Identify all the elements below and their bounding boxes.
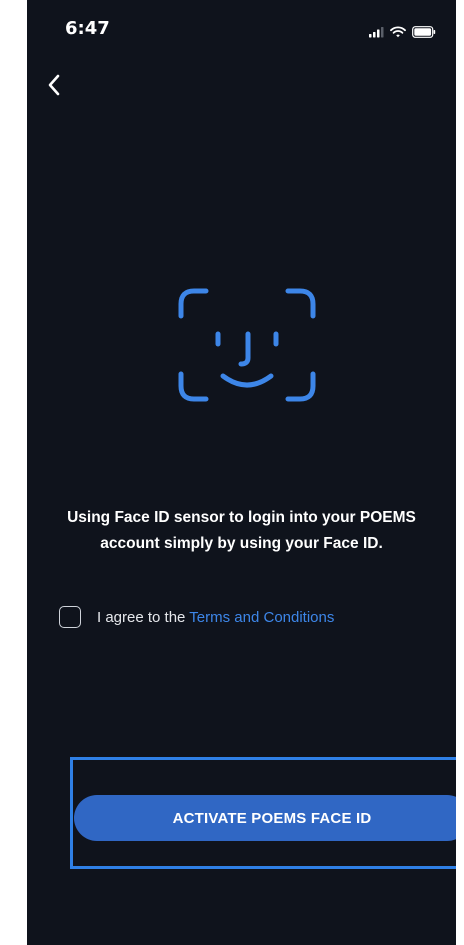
back-button[interactable] (37, 68, 71, 102)
status-icons (368, 26, 436, 38)
chevron-left-icon (48, 74, 60, 96)
terms-link[interactable]: Terms and Conditions (189, 609, 334, 626)
terms-checkbox[interactable] (59, 606, 81, 628)
agreement-prefix: I agree to the (97, 608, 190, 626)
description-line-1: Using Face ID sensor to login into your … (67, 509, 416, 526)
status-time: 6:47 (65, 18, 110, 39)
face-id-description: Using Face ID sensor to login into your … (47, 505, 436, 557)
signal-icon (369, 27, 384, 38)
status-bar: 6:47 (27, 0, 456, 50)
description-line-2: account simply by using your Face ID. (100, 535, 383, 552)
face-id-icon (178, 288, 316, 402)
terms-agreement-row: I agree to the Terms and Conditions (59, 606, 334, 628)
phone-screen: 6:47 Using Face ID sensor to login into … (27, 0, 456, 945)
agreement-text: I agree to the Terms and Conditions (97, 609, 334, 626)
activate-face-id-button[interactable]: ACTIVATE POEMS FACE ID (74, 795, 456, 841)
wifi-icon (390, 26, 406, 38)
battery-icon (412, 26, 436, 38)
